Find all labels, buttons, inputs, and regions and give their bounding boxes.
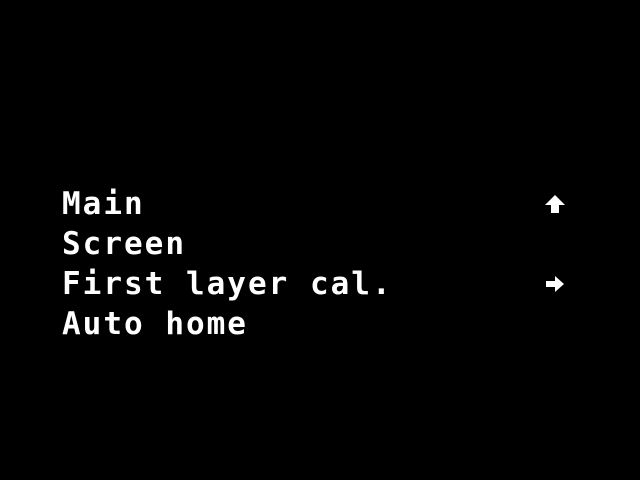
menu-item-label: Screen [62,226,186,262]
menu-item-main[interactable]: Main [62,184,582,224]
menu-item-label: First layer cal. [62,266,393,302]
right-arrow-icon [540,264,570,304]
menu-item-label: Main [62,186,145,222]
lcd-screen: Main Screen First layer cal. Auto home [0,0,640,480]
up-arrow-icon [540,184,570,224]
menu-item-auto-home[interactable]: Auto home [62,304,582,344]
menu-item-label: Auto home [62,306,248,342]
menu-list: Main Screen First layer cal. Auto home [62,184,582,344]
menu-item-screen[interactable]: Screen [62,224,582,264]
menu-item-first-layer-cal[interactable]: First layer cal. [62,264,582,304]
